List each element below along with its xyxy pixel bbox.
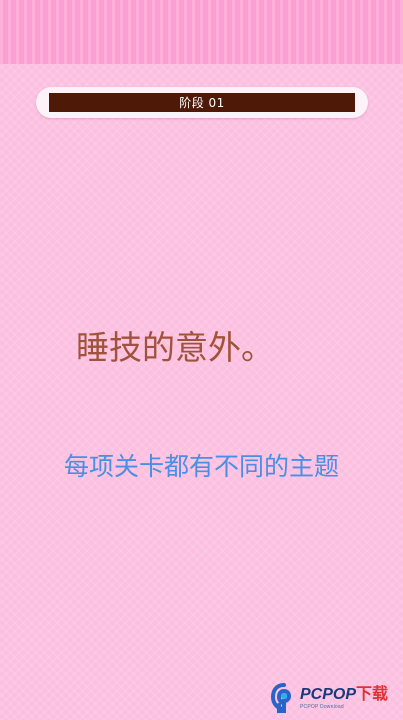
stage-label: 阶段 01 (179, 96, 225, 110)
watermark-tagline: PCPOP Download (300, 703, 344, 710)
watermark: PCPOP下载 PCPOP Download (270, 680, 399, 716)
watermark-brand-suffix: 下载 (356, 685, 389, 703)
pcpop-logo-icon (270, 683, 297, 713)
page-title: 睡技的意外。 (76, 328, 274, 367)
page-subtitle: 每项关卡都有不同的主题 (63, 452, 339, 481)
watermark-brand: PCPOP (300, 685, 357, 703)
top-banner (0, 0, 403, 64)
stage-progress-bar: 阶段 01 (49, 93, 355, 112)
stage-indicator: 阶段 01 (36, 87, 368, 118)
